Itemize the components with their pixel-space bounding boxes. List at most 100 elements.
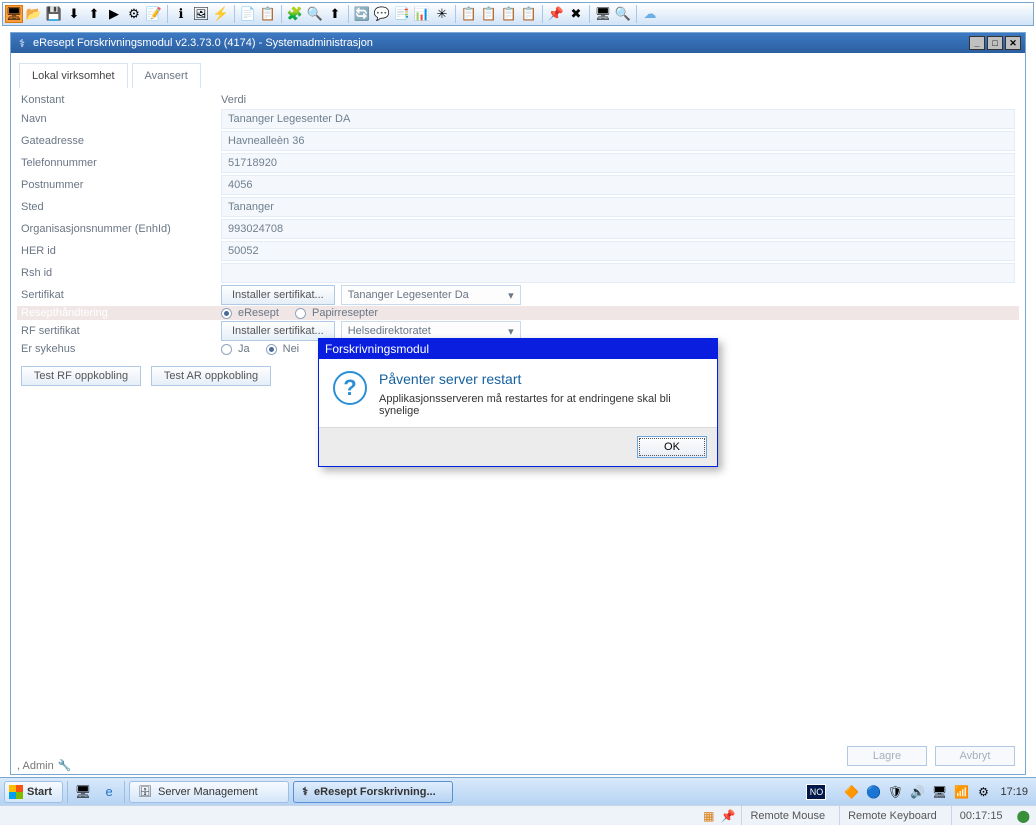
- toolbar-btn-3[interactable]: 💾: [45, 5, 63, 23]
- label-tlf: Telefonnummer: [21, 157, 221, 169]
- status-icon-1: ▦: [703, 809, 714, 823]
- toolbar-sep: [455, 5, 456, 23]
- toolbar-btn-30[interactable]: ☁: [641, 5, 659, 23]
- input-sted[interactable]: [221, 197, 1015, 217]
- toolbar-btn-6[interactable]: ▶: [105, 5, 123, 23]
- task-eresept[interactable]: ⚕eResept Forskrivning...: [293, 781, 453, 803]
- label-rsh: Rsh id: [21, 267, 221, 279]
- ok-button[interactable]: OK: [637, 436, 707, 458]
- toolbar-sep: [636, 5, 637, 23]
- remote-keyboard-label: Remote Keyboard: [839, 806, 945, 825]
- input-her[interactable]: [221, 241, 1015, 261]
- toolbar-btn-24[interactable]: 📋: [500, 5, 518, 23]
- radio-eresept[interactable]: [221, 308, 232, 319]
- toolbar-btn-17[interactable]: 🔄: [353, 5, 371, 23]
- tray-icon-2[interactable]: 🔵: [864, 783, 882, 801]
- toolbar-btn-12[interactable]: 📄: [239, 5, 257, 23]
- pin-icon[interactable]: 📌: [721, 809, 736, 823]
- toolbar-btn-20[interactable]: 📊: [413, 5, 431, 23]
- input-tlf[interactable]: [221, 153, 1015, 173]
- cancel-button[interactable]: Avbryt: [935, 746, 1015, 766]
- label-navn: Navn: [21, 113, 221, 125]
- clock[interactable]: 17:19: [996, 786, 1032, 798]
- label-post: Postnummer: [21, 179, 221, 191]
- tab-local[interactable]: Lokal virksomhet: [19, 63, 128, 88]
- cert-select[interactable]: Tananger Legesenter Da: [341, 285, 521, 305]
- label-sykehus: Er sykehus: [21, 343, 221, 355]
- tray-icon-6[interactable]: 📶: [952, 783, 970, 801]
- minimize-button[interactable]: _: [969, 36, 985, 50]
- task-server-management[interactable]: 🗄Server Management: [129, 781, 289, 803]
- toolbar-btn-25[interactable]: 📋: [520, 5, 538, 23]
- test-ar-button[interactable]: Test AR oppkobling: [151, 366, 271, 386]
- toolbar-sep: [281, 5, 282, 23]
- toolbar-btn-22[interactable]: 📋: [460, 5, 478, 23]
- toolbar-btn-9[interactable]: ℹ: [172, 5, 190, 23]
- label-resept: Resepthåndtering: [21, 307, 221, 319]
- conn-icon: ⬤: [1017, 809, 1030, 823]
- radio-papir[interactable]: [295, 308, 306, 319]
- tab-advanced[interactable]: Avansert: [132, 63, 201, 88]
- toolbar-btn-14[interactable]: 🧩: [286, 5, 304, 23]
- toolbar-btn-27[interactable]: ✖: [567, 5, 585, 23]
- start-button[interactable]: Start: [4, 781, 63, 803]
- toolbar-btn-13[interactable]: 📋: [259, 5, 277, 23]
- save-button[interactable]: Lagre: [847, 746, 927, 766]
- toolbar-btn-2[interactable]: 📂: [25, 5, 43, 23]
- close-button[interactable]: ✕: [1005, 36, 1021, 50]
- session-time: 00:17:15: [951, 806, 1011, 825]
- toolbar-btn-4[interactable]: ⬇: [65, 5, 83, 23]
- input-rsh[interactable]: [221, 263, 1015, 283]
- test-rf-button[interactable]: Test RF oppkobling: [21, 366, 141, 386]
- remote-status-bar: ▦ 📌 Remote Mouse Remote Keyboard 00:17:1…: [0, 805, 1036, 825]
- toolbar-btn-11[interactable]: ⚡: [212, 5, 230, 23]
- tray-icon-1[interactable]: 🔶: [842, 783, 860, 801]
- toolbar-btn-16[interactable]: ⬆: [326, 5, 344, 23]
- system-tray: NO 🔶 🔵 🛡 🔊 🖥 📶 ⚙ 17:19: [806, 783, 1032, 801]
- toolbar-btn-7[interactable]: ⚙: [125, 5, 143, 23]
- toolbar-btn-23[interactable]: 📋: [480, 5, 498, 23]
- window-titlebar: ⚕ eResept Forskrivningsmodul v2.3.73.0 (…: [11, 33, 1025, 53]
- install-cert-button[interactable]: Installer sertifikat...: [221, 285, 335, 305]
- toolbar-btn-29[interactable]: 🔍: [614, 5, 632, 23]
- label-sert: Sertifikat: [21, 289, 221, 301]
- taskbar: Start 🖥 e 🗄Server Management ⚕eResept Fo…: [0, 777, 1036, 805]
- admin-caption: , Admin 🔧: [17, 757, 71, 774]
- message-dialog: Forskrivningsmodul ? Påventer server res…: [318, 338, 718, 467]
- header-konstant: Konstant: [21, 94, 221, 106]
- input-org[interactable]: [221, 219, 1015, 239]
- input-post[interactable]: [221, 175, 1015, 195]
- toolbar-btn-15[interactable]: 🔍: [306, 5, 324, 23]
- radio-nei[interactable]: [266, 344, 277, 355]
- toolbar-sep: [167, 5, 168, 23]
- toolbar-btn-18[interactable]: 💬: [373, 5, 391, 23]
- window-title: eResept Forskrivningsmodul v2.3.73.0 (41…: [33, 37, 373, 49]
- input-gate[interactable]: [221, 131, 1015, 151]
- toolbar-btn-8[interactable]: 📝: [145, 5, 163, 23]
- tray-icon-4[interactable]: 🔊: [908, 783, 926, 801]
- dialog-text: Applikasjonsserveren må restartes for at…: [379, 393, 703, 417]
- maximize-button[interactable]: □: [987, 36, 1003, 50]
- remote-mouse-label: Remote Mouse: [741, 806, 833, 825]
- toolbar-btn-21[interactable]: ✳: [433, 5, 451, 23]
- header-verdi: Verdi: [221, 94, 246, 106]
- tray-icon-3[interactable]: 🛡: [886, 783, 904, 801]
- ql-desktop-icon[interactable]: 🖥: [72, 781, 94, 803]
- toolbar-btn-1[interactable]: 🖥: [5, 5, 23, 23]
- tray-icon-5[interactable]: 🖥: [930, 783, 948, 801]
- toolbar-btn-28[interactable]: 🖥: [594, 5, 612, 23]
- toolbar-btn-26[interactable]: 📌: [547, 5, 565, 23]
- language-indicator[interactable]: NO: [806, 784, 826, 800]
- toolbar-btn-19[interactable]: 📑: [393, 5, 411, 23]
- tray-icon-7[interactable]: ⚙: [974, 783, 992, 801]
- input-navn[interactable]: [221, 109, 1015, 129]
- toolbar-sep: [234, 5, 235, 23]
- toolbar-sep: [348, 5, 349, 23]
- radio-ja[interactable]: [221, 344, 232, 355]
- ql-ie-icon[interactable]: e: [98, 781, 120, 803]
- server-icon: 🗄: [138, 785, 152, 798]
- app-icon: ⚕: [302, 785, 308, 798]
- toolbar-btn-10[interactable]: 🖼: [192, 5, 210, 23]
- label-sted: Sted: [21, 201, 221, 213]
- toolbar-btn-5[interactable]: ⬆: [85, 5, 103, 23]
